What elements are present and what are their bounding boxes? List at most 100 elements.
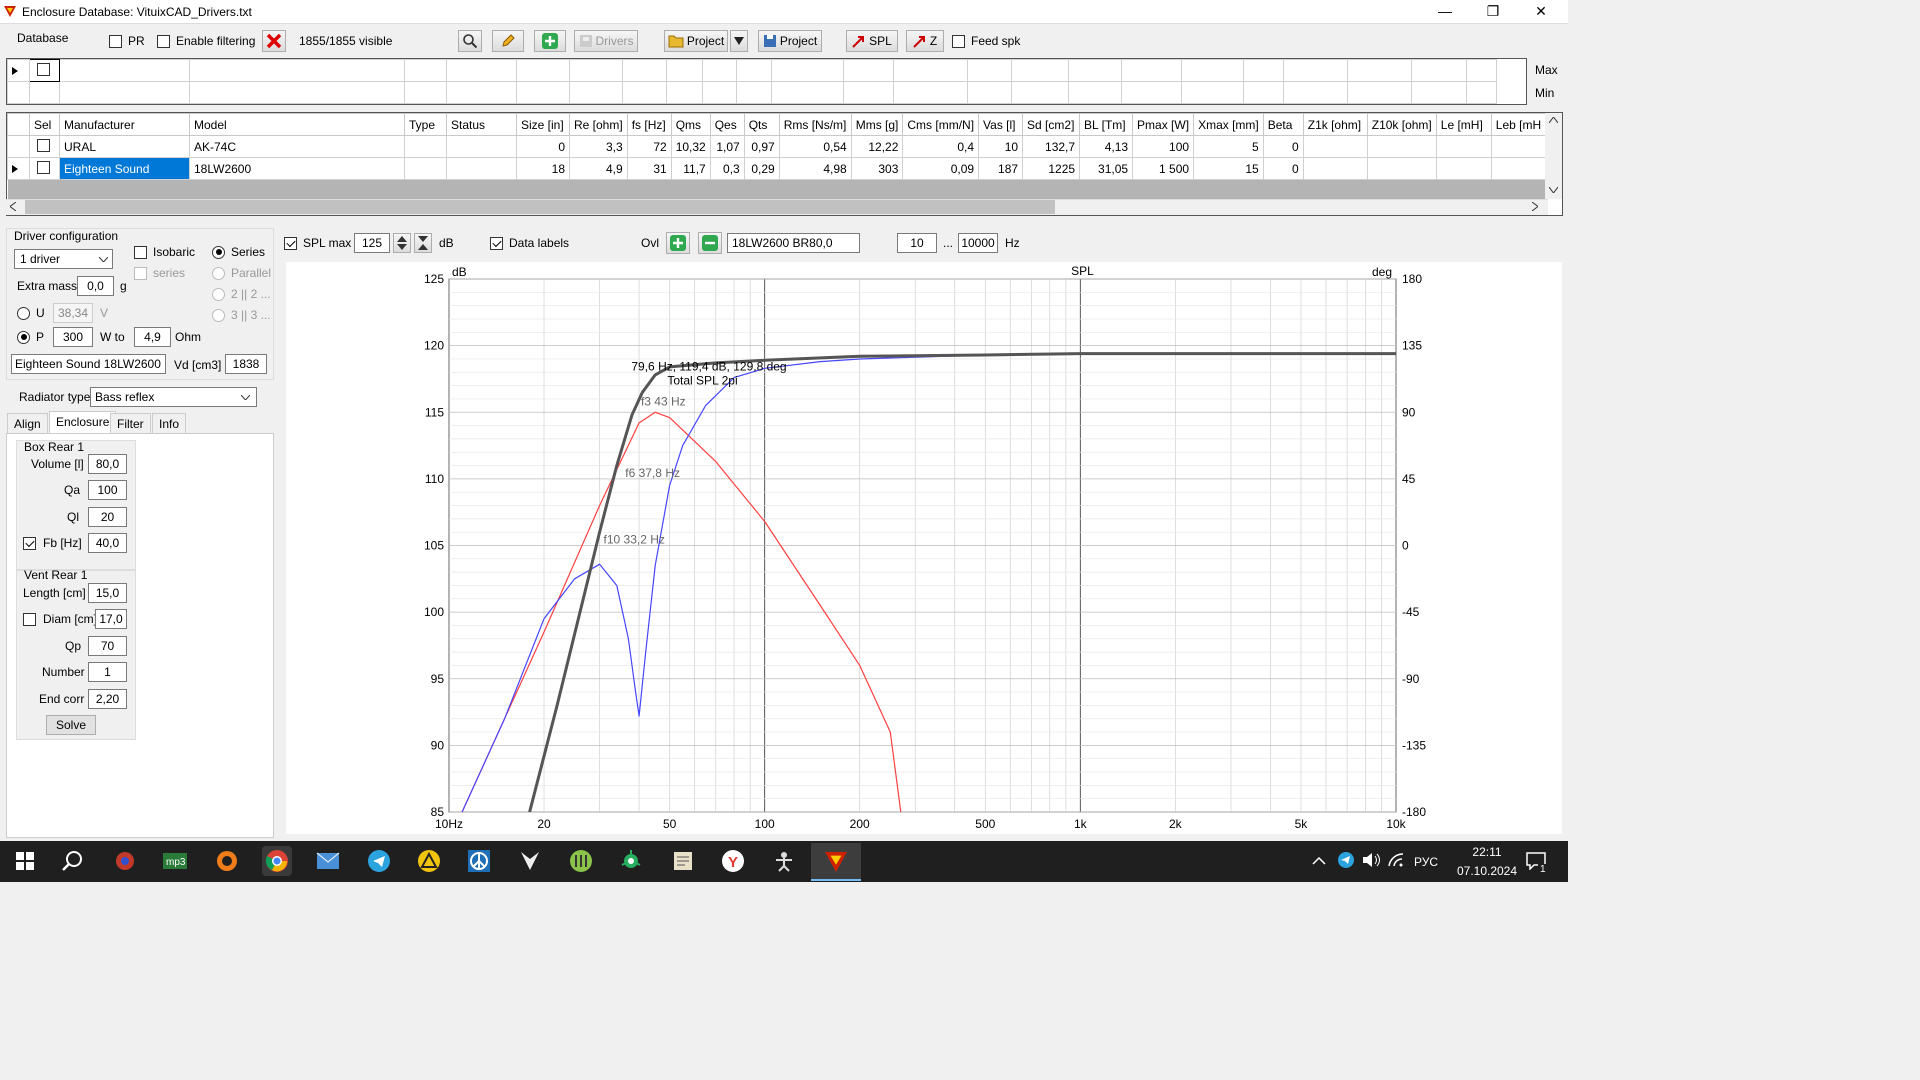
spl-chart[interactable]: 10Hz 20 50 100 200 500 1k 2k 5k 10k 125 120 115 110 10… [286, 262, 1562, 834]
freq-min-input[interactable]: 10 [897, 233, 937, 253]
qp-input[interactable]: 70 [88, 636, 127, 656]
diam-check-icon[interactable] [23, 612, 36, 626]
row-header[interactable] [7, 135, 30, 158]
filter-max-row[interactable] [7, 59, 1497, 82]
table-cell[interactable] [446, 157, 517, 180]
tab-info[interactable]: Info [152, 413, 187, 433]
diam-input[interactable]: 17,0 [95, 609, 127, 629]
column-header[interactable]: Vas [l] [978, 113, 1024, 136]
spl-max-checkbox[interactable]: SPL max [284, 236, 351, 250]
power-radio[interactable]: P [17, 330, 44, 344]
filter-cell[interactable] [29, 81, 60, 104]
extra-mass-input[interactable]: 0,0 [77, 276, 114, 296]
filter-sel-cell[interactable] [29, 59, 60, 82]
parallel-radio[interactable]: Parallel [212, 266, 271, 280]
filter-cell[interactable] [771, 59, 844, 82]
filter-cell[interactable] [967, 59, 1012, 82]
column-header[interactable]: Cms [mm/N] [902, 113, 980, 136]
filter-check-icon[interactable] [157, 34, 170, 48]
table-cell[interactable]: 5 [1193, 135, 1264, 158]
fb-check-icon[interactable] [23, 536, 36, 550]
spl-max-check-icon[interactable] [284, 236, 297, 250]
column-header[interactable]: Qes [709, 113, 745, 136]
table-cell[interactable] [404, 157, 447, 180]
isobaric-check-icon[interactable] [134, 245, 147, 259]
parallel-3x3-radio-icon[interactable] [212, 308, 225, 322]
column-header[interactable]: Xmax [mm] [1193, 113, 1264, 136]
table-cell[interactable]: 0,09 [902, 157, 980, 180]
feed-spk-check-icon[interactable] [952, 34, 965, 48]
power-input[interactable]: 300 [53, 327, 93, 347]
column-header[interactable]: Re [ohm] [569, 113, 628, 136]
filter-cell[interactable] [1011, 59, 1069, 82]
filter-cell[interactable] [404, 81, 447, 104]
feed-spk-checkbox[interactable]: Feed spk [952, 34, 1020, 48]
table-cell[interactable]: 4,13 [1079, 135, 1134, 158]
spl-auto-button[interactable] [414, 233, 432, 253]
column-header[interactable]: Z1k [ohm] [1302, 113, 1368, 136]
table-cell[interactable]: 72 [626, 135, 672, 158]
filter-cell[interactable] [666, 81, 703, 104]
column-header[interactable]: Sd [cm2] [1022, 113, 1081, 136]
table-cell[interactable]: 0,54 [778, 135, 852, 158]
filter-cell[interactable] [1011, 81, 1069, 104]
filter-cell[interactable] [736, 59, 772, 82]
edit-button[interactable] [492, 30, 524, 52]
pr-check-icon[interactable] [109, 34, 122, 48]
column-header[interactable]: fs [Hz] [626, 113, 672, 136]
parallel-2x2-radio[interactable]: 2 || 2 ... [212, 287, 271, 301]
filter-cell[interactable] [516, 59, 570, 82]
clear-filter-button[interactable] [262, 30, 286, 52]
taskbar-app-bars[interactable] [566, 846, 596, 876]
table-cell[interactable] [1490, 157, 1547, 180]
filter-cell[interactable] [1466, 81, 1497, 104]
filter-cell[interactable] [1347, 81, 1412, 104]
filter-cell[interactable] [1181, 81, 1244, 104]
taskbar-app-1[interactable] [110, 846, 140, 876]
filter-cell[interactable] [59, 81, 190, 104]
column-header[interactable]: Mms [g] [850, 113, 904, 136]
column-header[interactable]: Model [189, 113, 405, 136]
scroll-left-icon[interactable] [10, 202, 16, 211]
sel-checkbox-cell[interactable] [29, 157, 60, 180]
taskbar-app-green[interactable] [616, 846, 646, 876]
filter-cell[interactable] [404, 59, 447, 82]
taskbar-search-button[interactable] [58, 846, 88, 876]
table-cell[interactable] [1490, 135, 1547, 158]
column-header[interactable]: Manufacturer [59, 113, 190, 136]
filter-cell[interactable] [967, 81, 1012, 104]
tab-align[interactable]: Align [7, 413, 48, 433]
filter-cell[interactable] [1411, 59, 1467, 82]
project-dropdown-button[interactable] [730, 30, 748, 52]
taskbar-app-figure[interactable] [769, 846, 799, 876]
table-row[interactable]: URAL AK-74C 0 3,3 72 10,32 1,07 0,97 0,54 12,22 0,… [7, 135, 1547, 158]
column-header[interactable]: Le [mH] [1435, 113, 1492, 136]
filter-cell[interactable] [771, 81, 844, 104]
taskbar-app-mp3[interactable]: mp3 [160, 846, 190, 876]
add-driver-button[interactable] [534, 30, 566, 52]
filter-cell[interactable] [1068, 59, 1122, 82]
column-header[interactable]: Type [404, 113, 447, 136]
table-row[interactable]: Eighteen Sound 18LW2600 18 4,9 31 11,7 0,3 0,29… [7, 157, 1547, 180]
filter-cell[interactable] [1243, 81, 1284, 104]
table-cell[interactable] [1366, 135, 1437, 158]
filter-cell[interactable] [189, 59, 405, 82]
filter-cell[interactable] [59, 59, 190, 82]
table-cell[interactable] [1302, 157, 1368, 180]
filter-cell[interactable] [702, 81, 737, 104]
driver-name-field[interactable]: Eighteen Sound 18LW2600 [11, 354, 166, 374]
column-header[interactable]: Size [in] [516, 113, 570, 136]
vent-number-input[interactable]: 1 [88, 662, 127, 682]
table-cell[interactable] [1435, 157, 1492, 180]
column-header[interactable]: Beta [1262, 113, 1304, 136]
table-cell[interactable]: 0,97 [743, 135, 780, 158]
filter-cell[interactable] [189, 81, 405, 104]
filter-cell[interactable] [1181, 59, 1244, 82]
table-cell[interactable]: 10 [978, 135, 1024, 158]
voltage-radio-icon[interactable] [17, 306, 30, 320]
table-cell[interactable]: AK-74C [189, 135, 405, 158]
column-header[interactable]: Pmax [W] [1132, 113, 1195, 136]
filter-cell[interactable] [446, 81, 517, 104]
drivers-button[interactable]: Drivers [574, 30, 638, 52]
radiator-type-select[interactable]: Bass reflex [90, 387, 257, 407]
